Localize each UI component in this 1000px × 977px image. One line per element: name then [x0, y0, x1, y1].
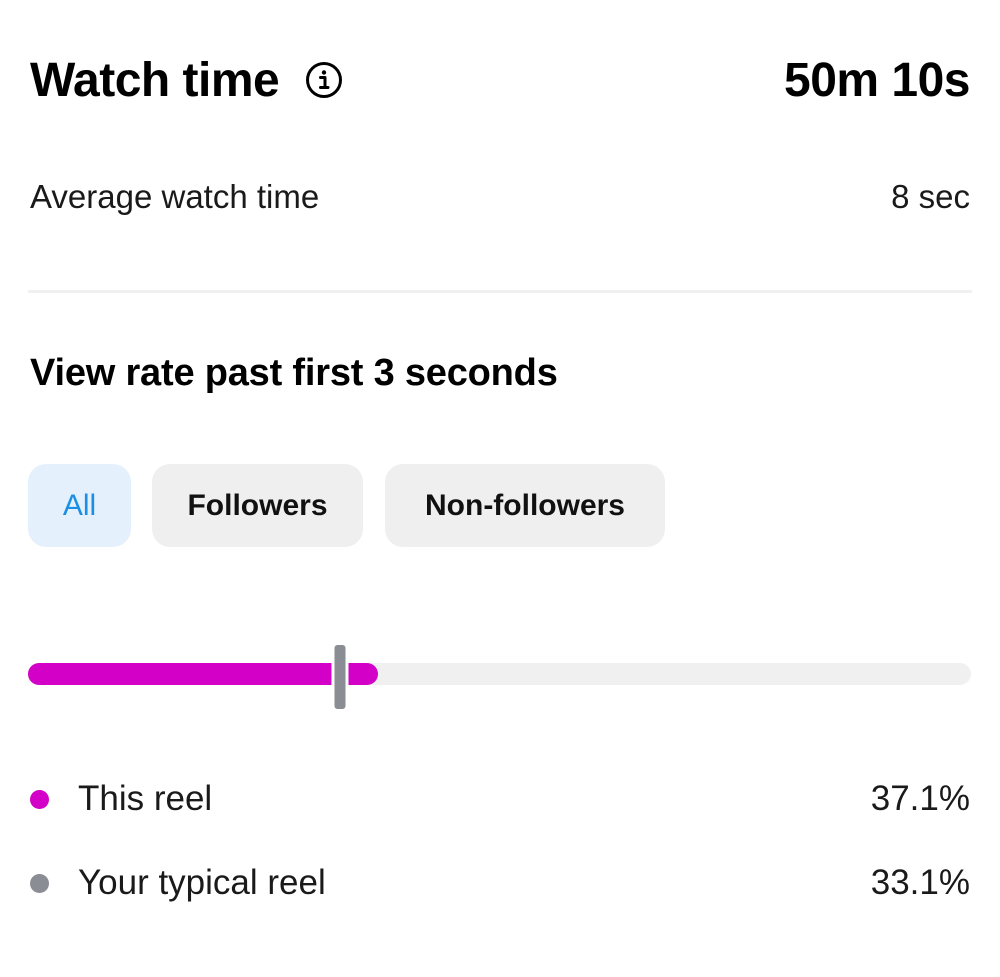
view-rate-title: View rate past first 3 seconds [30, 352, 558, 394]
watch-time-title-group: Watch time [30, 53, 343, 108]
typical-reel-rate-marker [331, 642, 349, 712]
this-reel-label: This reel [78, 779, 213, 818]
average-watch-time-value: 8 sec [891, 178, 970, 215]
average-watch-time-row: Average watch time 8 sec [30, 175, 970, 219]
average-watch-time-label: Average watch time [30, 178, 320, 215]
watch-time-title: Watch time [30, 53, 280, 107]
section-divider [28, 290, 972, 293]
view-rate-track [28, 642, 971, 712]
this-reel-dot-icon [30, 789, 49, 809]
typical-reel-label: Your typical reel [78, 863, 326, 902]
legend-typical-reel-left: Your typical reel [30, 863, 326, 903]
reel-insights-panel: Watch time 50m 10s Average watch time 8 … [0, 0, 1000, 977]
this-reel-value: 37.1% [870, 779, 970, 818]
watch-time-header: Watch time 50m 10s [30, 48, 971, 112]
info-icon[interactable] [305, 61, 343, 99]
typical-reel-dot-icon [30, 873, 49, 893]
legend-this-reel-left: This reel [30, 779, 212, 819]
filter-chip-all[interactable]: All [28, 464, 131, 547]
filter-chip-followers[interactable]: Followers [152, 464, 363, 547]
legend-row-typical-reel: Your typical reel 33.1% [30, 861, 970, 905]
filter-chip-non-followers[interactable]: Non-followers [385, 464, 665, 547]
this-reel-rate-fill [28, 663, 378, 685]
watch-time-value: 50m 10s [784, 53, 971, 107]
typical-reel-value: 33.1% [870, 863, 970, 902]
legend-row-this-reel: This reel 37.1% [30, 777, 970, 821]
